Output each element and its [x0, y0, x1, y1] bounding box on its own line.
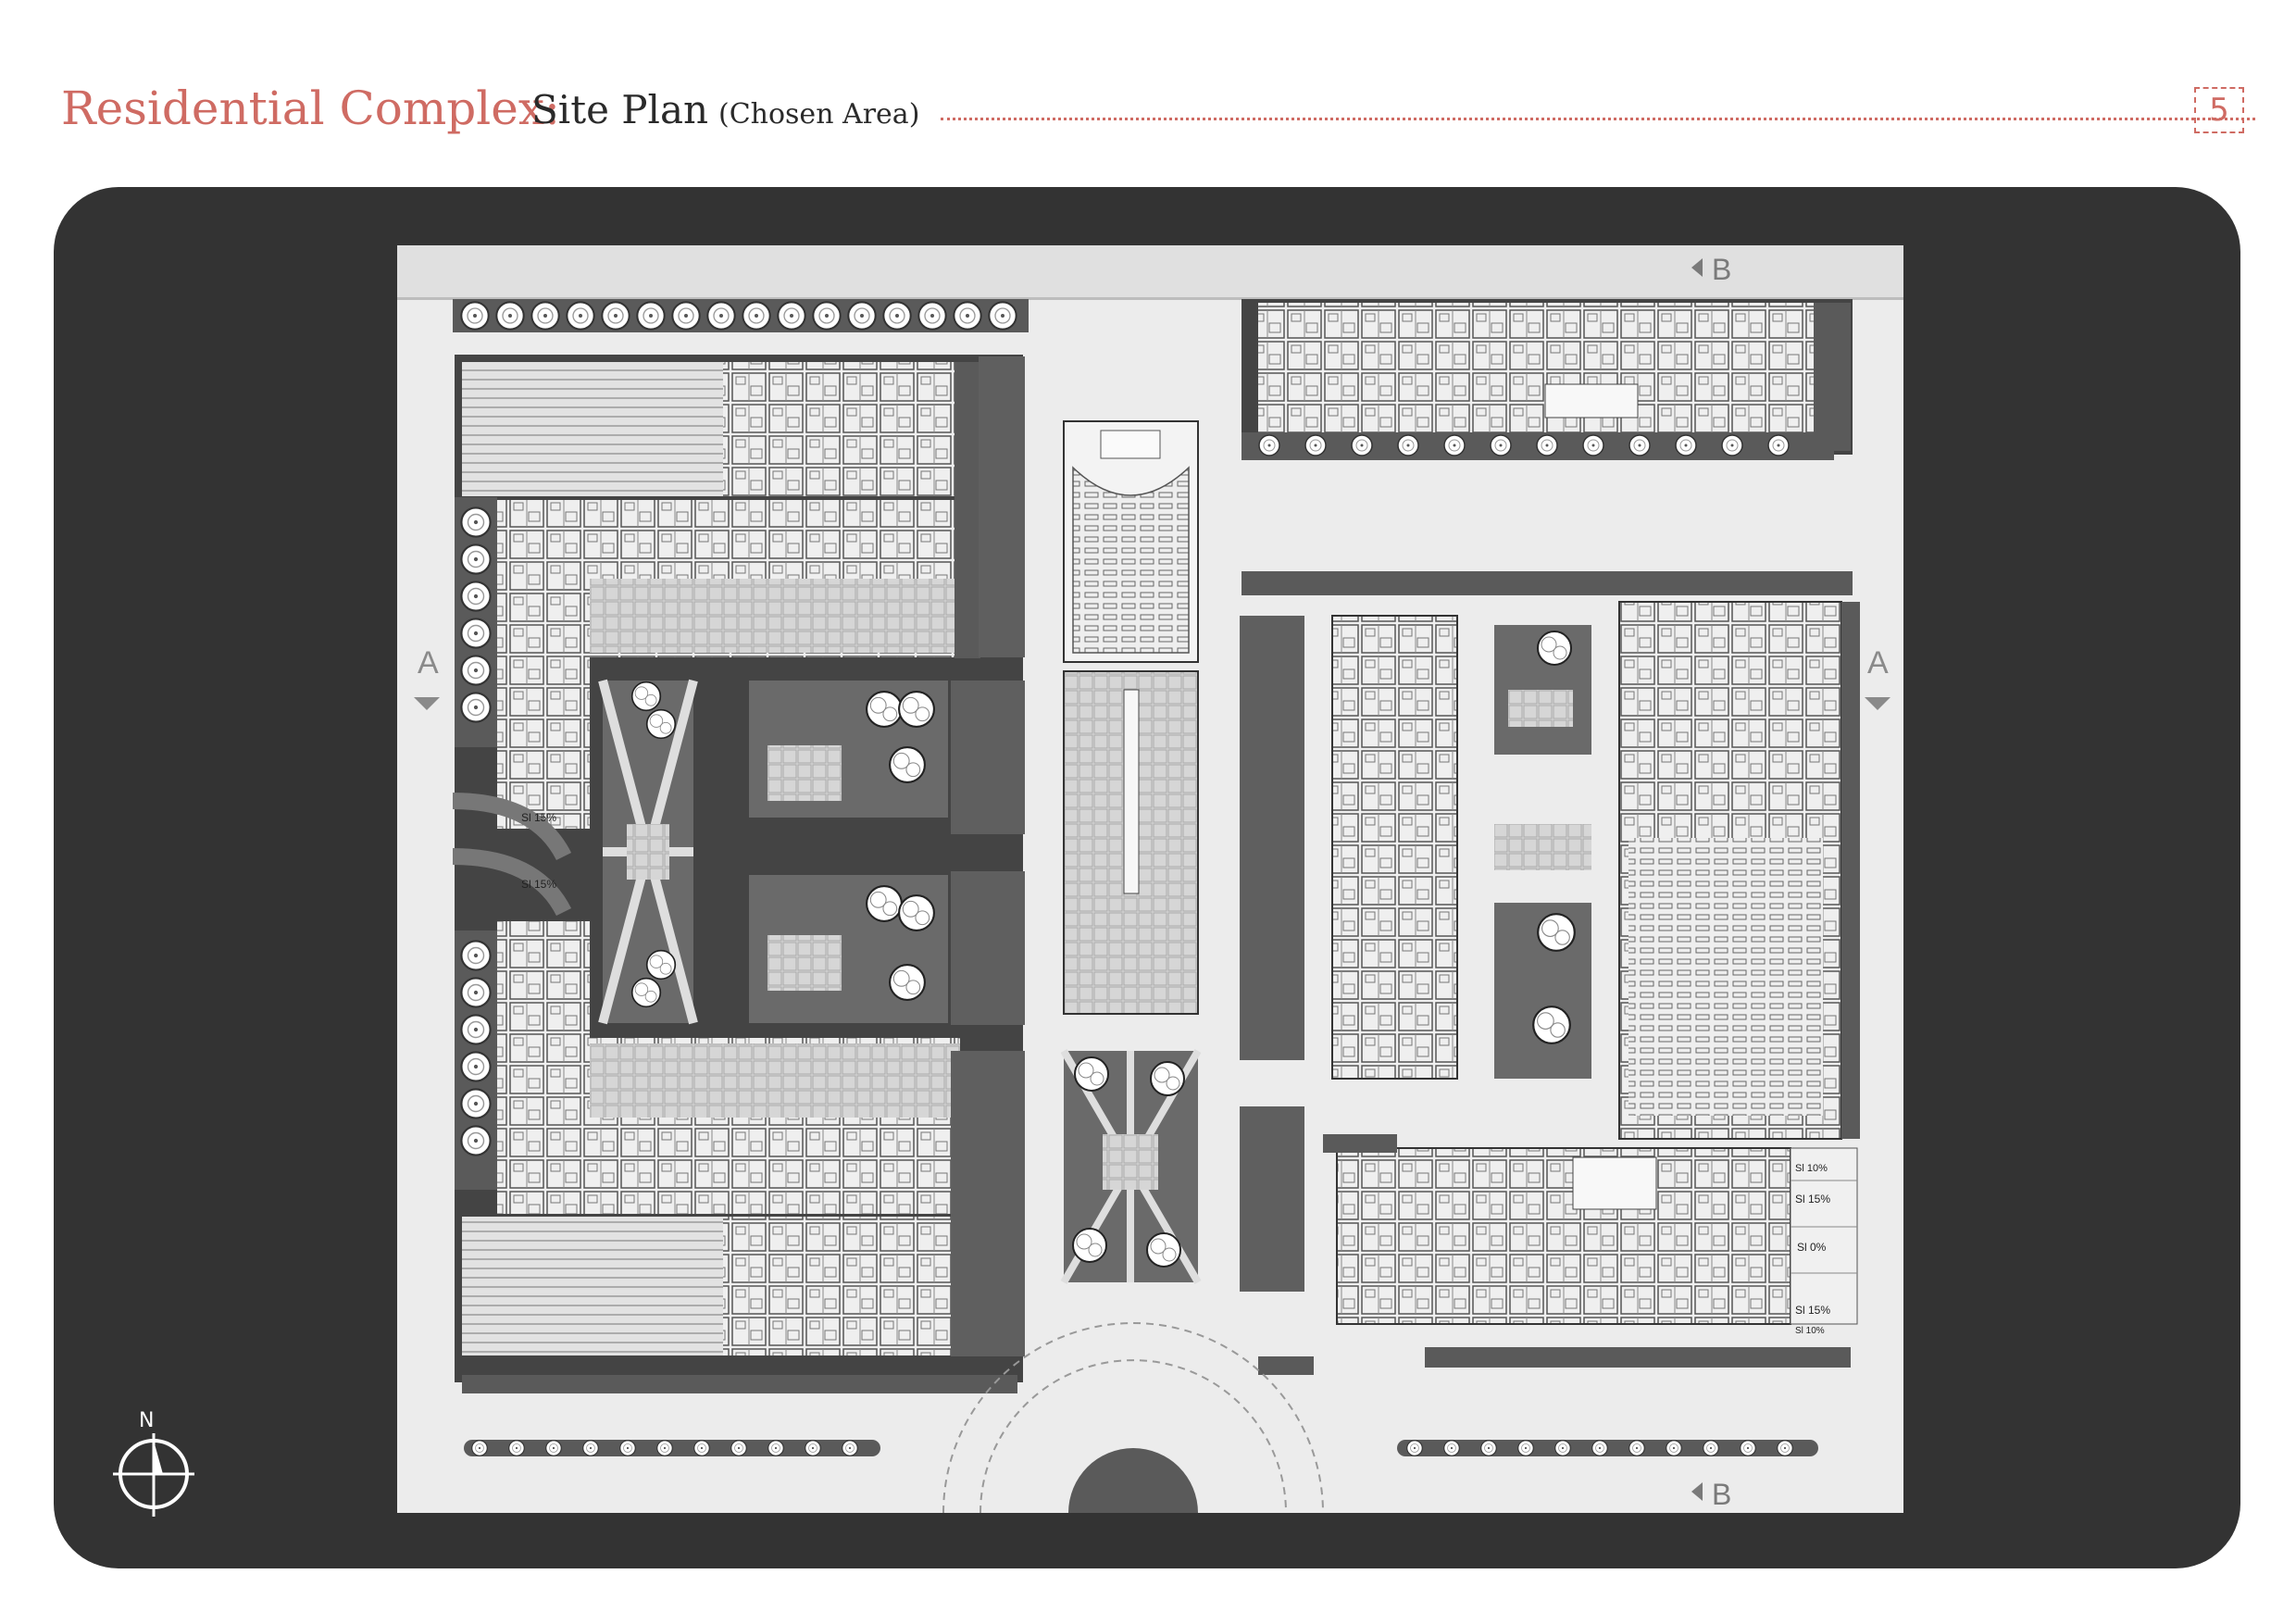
page-note: (Chosen Area) [718, 98, 920, 131]
section-marker-b: B [1712, 253, 1731, 286]
parking-top [462, 362, 723, 496]
left-residential-block [455, 355, 1023, 1382]
parking-bottom [462, 1217, 723, 1355]
slope-label: Sl 15% [1795, 1304, 1830, 1317]
road-strip [1240, 616, 1304, 1060]
road-strip [951, 681, 1025, 834]
page-title: Residential Complex: [61, 81, 560, 135]
road-strip [951, 1051, 1025, 1356]
page-number: 5 [2194, 87, 2244, 133]
site-plan-drawing: Sl 15% Sl 15% Sl 10% Sl 15% Sl 0% Sl 15%… [397, 245, 1903, 1513]
page-subtitle: Site Plan [531, 87, 709, 132]
section-marker-b: B [1712, 1478, 1731, 1511]
road-strip [951, 871, 1025, 1025]
central-garden [1060, 1048, 1202, 1285]
section-marker-a: A [1867, 645, 1889, 681]
section-marker-a: A [418, 645, 439, 681]
central-auditorium [1063, 420, 1199, 1015]
slope-label: Sl 15% [521, 811, 556, 824]
road-strip [1240, 1106, 1304, 1292]
slope-label: Sl 10% [1795, 1163, 1828, 1174]
slope-label: Sl 15% [521, 878, 556, 891]
top-street [397, 245, 1903, 297]
top-right-building [1242, 299, 1853, 460]
slope-label: Sl 10% [1795, 1326, 1825, 1336]
north-arrow: N [109, 1409, 202, 1530]
tree-row-top-left [453, 299, 1029, 332]
road-strip [979, 356, 1025, 657]
tree-row-mid-right [1242, 571, 1853, 595]
compass-icon [113, 1433, 194, 1517]
slope-label: Sl 15% [1795, 1193, 1830, 1206]
header-dotted-rule [941, 118, 2255, 120]
slope-label: Sl 0% [1797, 1241, 1827, 1254]
page-header: Residential Complex: Site Plan (Chosen A… [61, 76, 2255, 141]
